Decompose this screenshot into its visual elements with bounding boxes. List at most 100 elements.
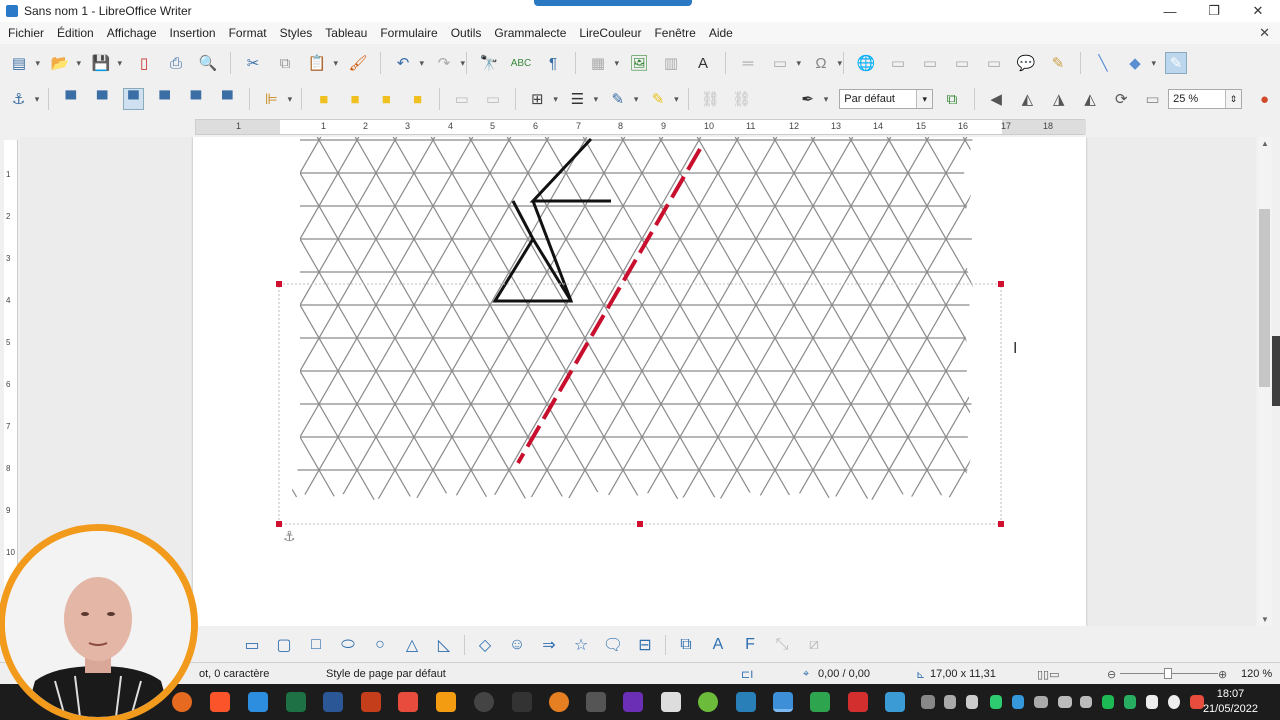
square-icon[interactable]: □ [307, 636, 325, 654]
group-icon[interactable]: ⧉ [677, 636, 695, 654]
menu-aide[interactable]: Aide [709, 26, 733, 40]
minimize-icon[interactable]: — [1148, 0, 1192, 22]
zoom-slider-thumb[interactable] [1164, 668, 1172, 679]
app-icon[interactable] [512, 692, 532, 712]
wrap-off-icon[interactable]: ▀ [60, 88, 81, 110]
scroll-down-icon[interactable]: ▼ [1261, 615, 1269, 624]
battery-icon[interactable] [1034, 696, 1048, 708]
close-document-icon[interactable]: ✕ [1259, 25, 1270, 41]
cloud-icon[interactable] [921, 695, 935, 709]
triangle-icon[interactable]: △ [403, 636, 421, 654]
text-box-icon[interactable]: A [709, 636, 727, 654]
tray-icon[interactable] [1146, 695, 1158, 709]
send-to-back-icon[interactable]: ■ [407, 88, 428, 110]
points-icon[interactable]: ⤡ [773, 636, 791, 654]
right-triangle-icon[interactable]: ◺ [435, 636, 453, 654]
menu-format[interactable]: Format [229, 26, 267, 40]
writer-taskbar-icon[interactable] [773, 692, 793, 712]
border-style-icon[interactable]: ☰ [567, 88, 599, 110]
calc-icon[interactable] [810, 692, 830, 712]
vertical-scrollbar[interactable]: ▲ ▼ [1258, 137, 1272, 626]
flip-horizontal-icon[interactable]: ◮ [1048, 88, 1069, 110]
copy-icon[interactable]: ⧉ [274, 52, 296, 74]
print-preview-icon[interactable]: 🔍 [197, 52, 219, 74]
anchor-icon[interactable]: ⚓ [283, 528, 296, 544]
drawing-canvas[interactable]: ⚓ I [193, 137, 1086, 626]
new-document-icon[interactable]: ▤ [8, 52, 40, 74]
menu-outils[interactable]: Outils [451, 26, 482, 40]
document-page[interactable]: ⚓ I [193, 137, 1086, 626]
wifi-icon[interactable] [1058, 696, 1072, 708]
area-fill-icon[interactable]: ✎ [647, 88, 679, 110]
vertical-ruler[interactable]: 123456789101112 [4, 140, 18, 641]
export-pdf-icon[interactable]: ▯ [133, 52, 155, 74]
menu-grammalecte[interactable]: Grammalecte [494, 26, 566, 40]
rounded-rectangle-icon[interactable]: ▢ [275, 636, 293, 654]
menu-fenetre[interactable]: Fenêtre [654, 26, 695, 40]
track-changes-icon[interactable]: ✎ [1047, 52, 1069, 74]
selection-handle[interactable] [276, 521, 282, 527]
chevron-down-icon[interactable]: ▾ [916, 90, 933, 108]
scrollbar-thumb[interactable] [1259, 209, 1270, 387]
page-style[interactable]: Style de page par défaut [326, 668, 446, 680]
footnote-icon[interactable]: ▭ [887, 52, 909, 74]
flowchart-icon[interactable]: ⊟ [636, 636, 654, 654]
color-icon[interactable]: ● [1254, 88, 1275, 110]
brave-icon[interactable] [210, 692, 230, 712]
endnote-icon[interactable]: ▭ [919, 52, 941, 74]
taskbar-clock[interactable]: 18:07 21/05/2022 [1203, 687, 1258, 717]
open-folder-icon[interactable]: 📂 [49, 52, 81, 74]
link-frames-icon[interactable]: ⛓ [700, 88, 721, 110]
app-icon[interactable] [586, 692, 606, 712]
insert-image-icon[interactable]: 🖼 [628, 52, 650, 74]
zoom-in-icon[interactable]: ⊕ [1218, 668, 1227, 681]
insert-textbox-icon[interactable]: A [692, 52, 714, 74]
undo-icon[interactable]: ↶ [392, 52, 424, 74]
wrap-page-icon[interactable]: ▀ [92, 88, 113, 110]
insert-field-icon[interactable]: ▭ [769, 52, 801, 74]
app-icon[interactable] [698, 692, 718, 712]
view-layout-icon[interactable]: ▯▯▭ [1037, 668, 1060, 681]
menu-tableau[interactable]: Tableau [325, 26, 367, 40]
rectangle-icon[interactable]: ▭ [243, 636, 261, 654]
tray-icon[interactable] [1102, 695, 1114, 709]
app-icon[interactable] [736, 692, 756, 712]
menu-fichier[interactable]: Fichier [8, 26, 44, 40]
tray-icon[interactable] [1168, 695, 1180, 709]
paste-icon[interactable]: 📋 [306, 52, 338, 74]
powerpoint-icon[interactable] [361, 692, 381, 712]
app-icon[interactable] [661, 692, 681, 712]
bring-to-front-icon[interactable]: ■ [313, 88, 334, 110]
style-combo[interactable]: Par défaut ▾ [839, 89, 934, 109]
menu-edition[interactable]: Édition [57, 26, 94, 40]
vlc-icon[interactable] [436, 692, 456, 712]
transparency-spinbox[interactable]: 25 % ⇕ [1168, 89, 1242, 109]
clone-formatting-icon[interactable]: 🖌 [347, 52, 369, 74]
restore-icon[interactable]: ❐ [1192, 0, 1236, 22]
app-icon[interactable] [623, 692, 643, 712]
zoom-level[interactable]: 120 % [1241, 668, 1272, 680]
selection-handle[interactable] [998, 281, 1004, 287]
flip-vertical-icon[interactable]: ◭ [1017, 88, 1038, 110]
app-icon[interactable] [885, 692, 905, 712]
spin-arrows-icon[interactable]: ⇕ [1224, 90, 1241, 108]
word-icon[interactable] [323, 692, 343, 712]
rotate-left-icon[interactable]: ◀ [986, 88, 1007, 110]
wrap-through-icon[interactable]: ▀ [217, 88, 238, 110]
spelling-icon[interactable]: ABC [510, 52, 532, 74]
circle-icon[interactable]: ○ [371, 636, 389, 654]
borders-icon[interactable]: ⊞ [527, 88, 558, 110]
crop-image-icon[interactable]: ⧉ [941, 88, 962, 110]
excel-icon[interactable] [286, 692, 306, 712]
forward-one-icon[interactable]: ■ [344, 88, 365, 110]
rotate-icon[interactable]: ◭ [1079, 88, 1100, 110]
diamond-icon[interactable]: ◇ [476, 636, 494, 654]
selection-handle[interactable] [998, 521, 1004, 527]
tray-icon[interactable] [1190, 695, 1204, 709]
close-icon[interactable]: ✕ [1236, 0, 1280, 22]
special-character-icon[interactable]: Ω [810, 52, 842, 74]
sidebar-toggle[interactable] [1272, 336, 1280, 406]
draw-functions-icon[interactable]: ✎ [1165, 52, 1187, 74]
menu-styles[interactable]: Styles [280, 26, 313, 40]
unlink-frames-icon[interactable]: ⛓ [731, 88, 752, 110]
